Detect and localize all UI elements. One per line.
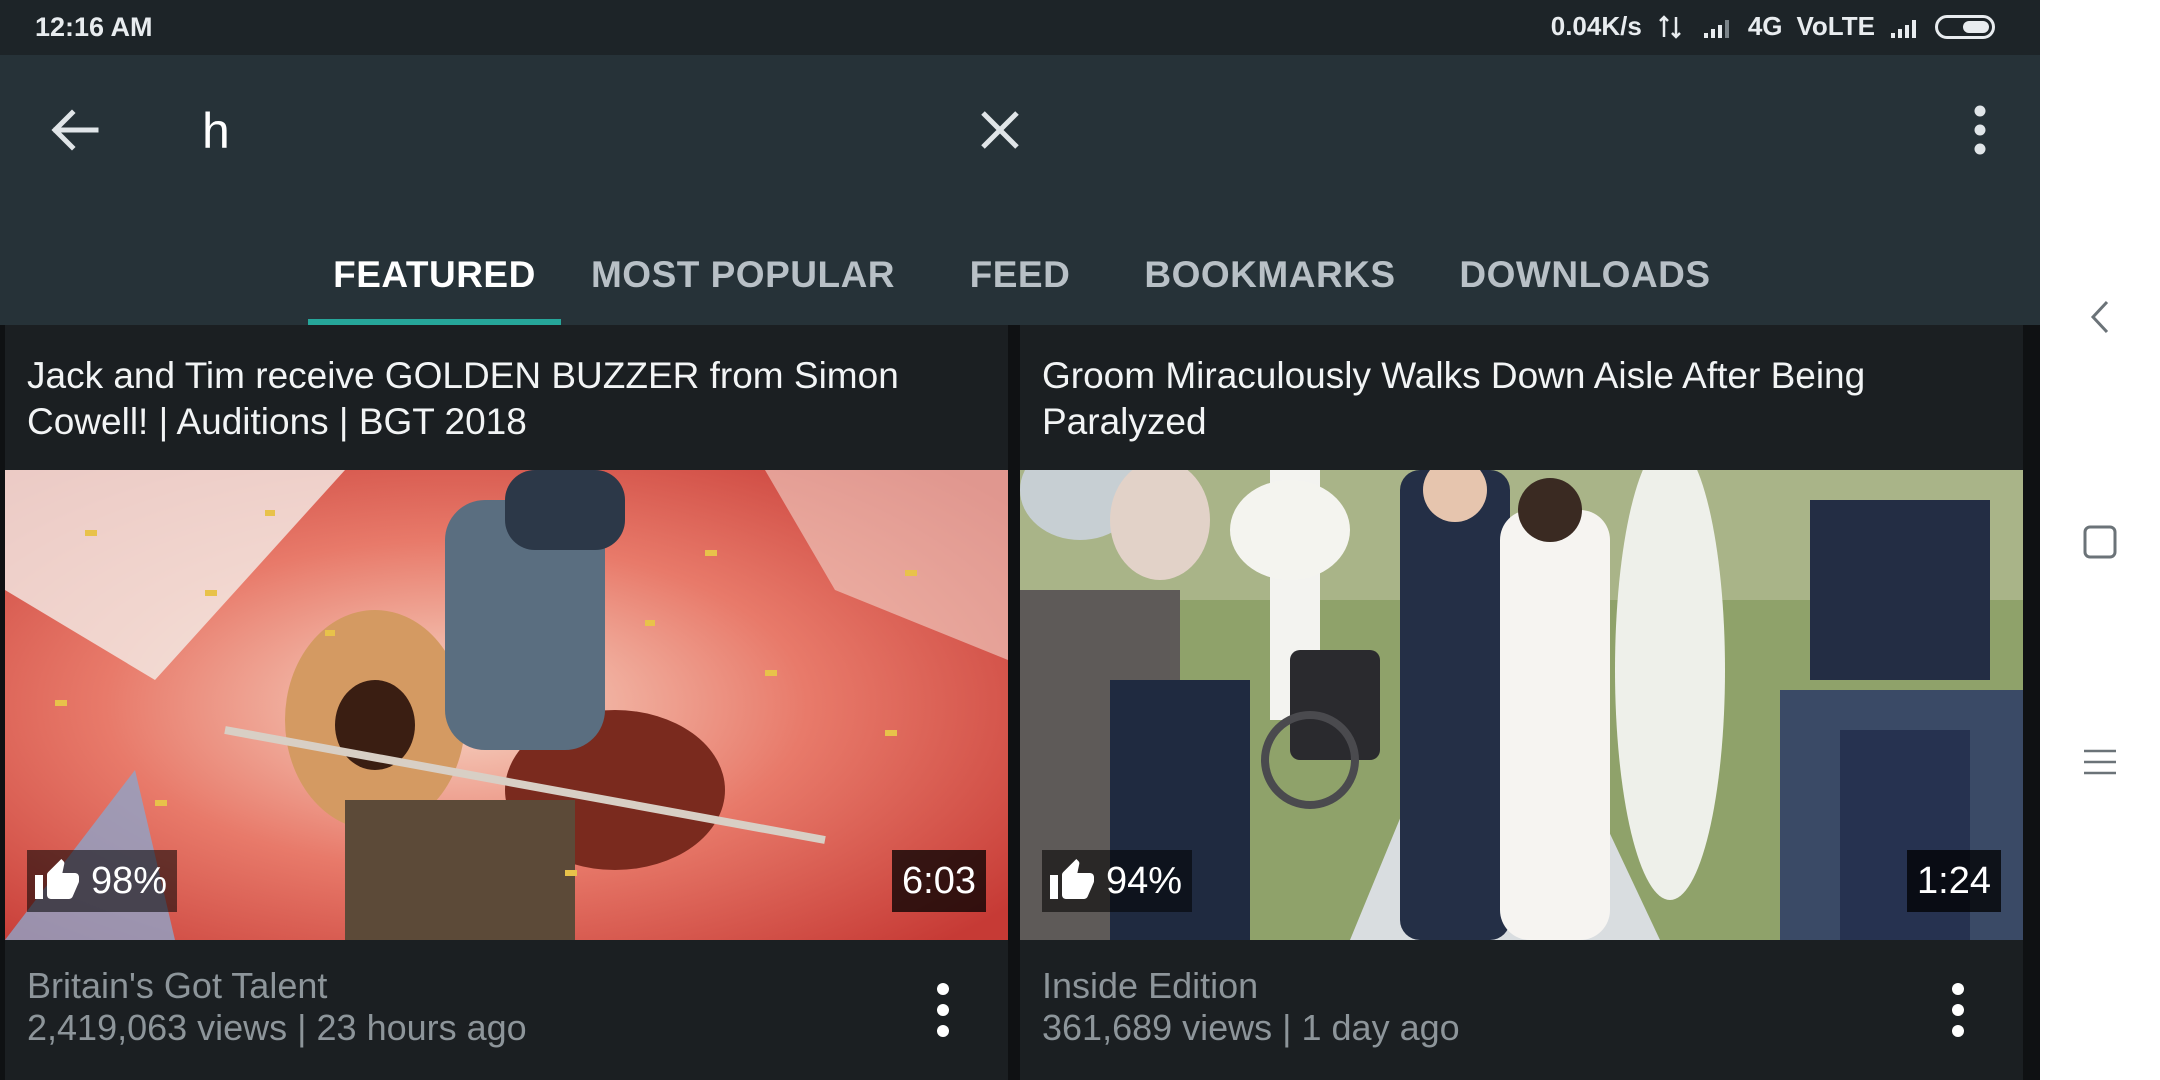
tab-bookmarks[interactable]: BOOKMARKS (1140, 225, 1400, 325)
video-duration: 1:24 (1907, 850, 2001, 912)
thumb-up-icon (35, 859, 79, 899)
channel-name[interactable]: Inside Edition (1042, 965, 1258, 1007)
video-meta: 2,419,063 views | 23 hours ago (27, 1007, 527, 1048)
tab-most-popular[interactable]: MOST POPULAR (578, 225, 908, 325)
tab-downloads[interactable]: DOWNLOADS (1440, 225, 1730, 325)
system-nav-bar (2040, 0, 2160, 1080)
video-grid: Jack and Tim receive GOLDEN BUZZER from … (0, 325, 2040, 1080)
nav-back-icon[interactable] (2075, 292, 2125, 342)
tab-featured[interactable]: FEATURED (308, 225, 561, 325)
status-indicators: 0.04K/s 4G VoLTE (1551, 11, 1995, 42)
data-transfer-icon (1658, 14, 1681, 39)
search-input[interactable] (200, 95, 964, 167)
signal-icon (1703, 19, 1729, 38)
channel-name[interactable]: Britain's Got Talent (27, 965, 327, 1007)
network-type: 4G (1747, 11, 1783, 41)
video-card[interactable]: Groom Miraculously Walks Down Aisle Afte… (1020, 325, 2023, 1080)
tab-feed[interactable]: FEED (950, 225, 1090, 325)
video-title[interactable]: Jack and Tim receive GOLDEN BUZZER from … (27, 353, 987, 445)
close-icon[interactable] (965, 95, 1035, 165)
like-percent: 94% (1106, 859, 1183, 902)
more-vert-icon[interactable] (918, 975, 968, 1045)
thumb-up-icon (1050, 859, 1094, 899)
video-meta: 361,689 views | 1 day ago (1042, 1007, 1460, 1048)
video-title[interactable]: Groom Miraculously Walks Down Aisle Afte… (1042, 353, 2002, 445)
battery-icon (1935, 14, 1995, 39)
video-card[interactable]: Jack and Tim receive GOLDEN BUZZER from … (5, 325, 1008, 1080)
nav-home-icon[interactable] (2075, 517, 2125, 567)
signal-icon-2 (1891, 19, 1916, 38)
video-thumbnail[interactable]: 98% 6:03 (5, 470, 1008, 940)
net-speed: 0.04K/s (1550, 11, 1642, 41)
app-window: 12:16 AM 0.04K/s 4G VoLTE h FEATURED MOS… (0, 0, 2040, 1080)
nav-menu-icon[interactable] (2075, 737, 2125, 787)
video-thumbnail[interactable]: 94% 1:24 (1020, 470, 2023, 940)
like-ratio-badge: 94% (1042, 850, 1193, 912)
volte-label: VoLTE (1796, 11, 1875, 41)
back-arrow-icon[interactable] (40, 95, 110, 165)
tab-bar: FEATURED MOST POPULAR FEED BOOKMARKS DOW… (0, 225, 2040, 325)
search-toolbar: FEATURED MOST POPULAR FEED BOOKMARKS DOW… (0, 55, 2040, 325)
like-percent: 98% (91, 859, 168, 902)
status-bar: 12:16 AM 0.04K/s 4G VoLTE (0, 0, 2040, 55)
more-vert-icon[interactable] (1945, 95, 2015, 165)
more-vert-icon[interactable] (1933, 975, 1983, 1045)
video-duration: 6:03 (892, 850, 986, 912)
like-ratio-badge: 98% (27, 850, 178, 912)
status-time: 12:16 AM (35, 12, 153, 42)
